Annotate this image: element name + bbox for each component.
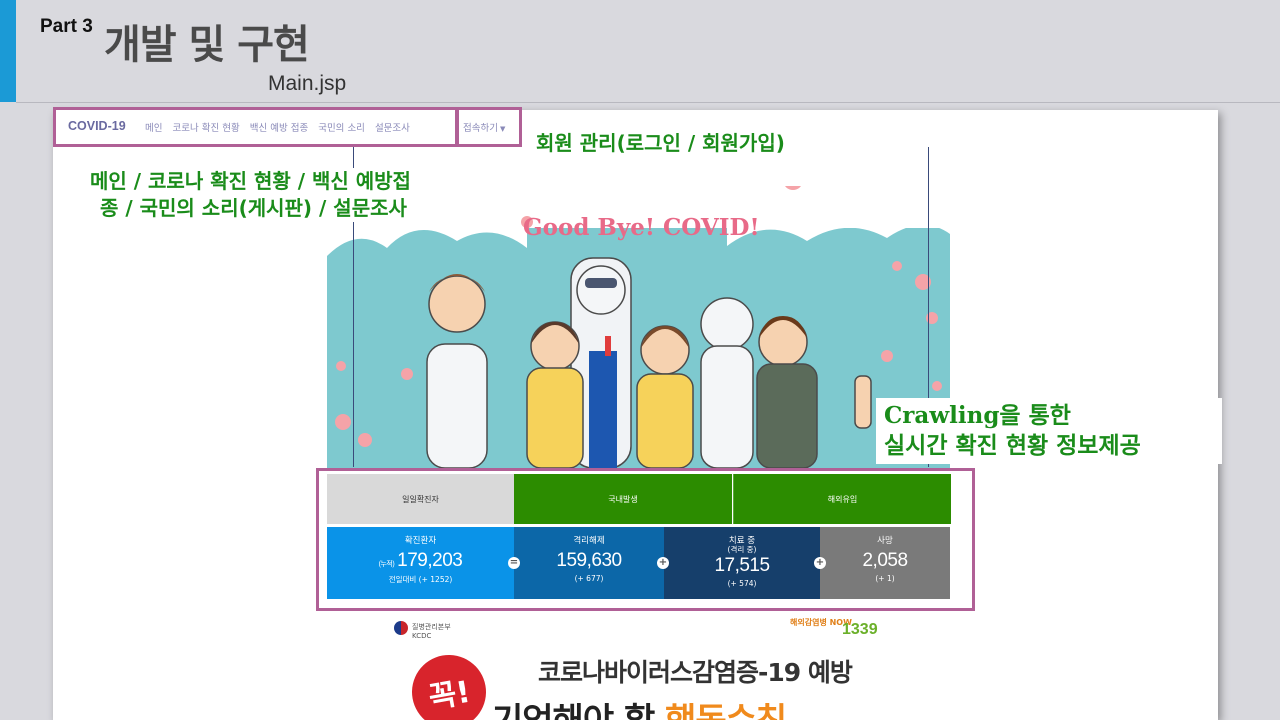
login-highlight (456, 107, 522, 147)
kcdc-org-abbr: KCDC (412, 632, 432, 641)
annotation-crawling: Crawling을 통한 실시간 확진 현황 정보제공 (876, 398, 1222, 465)
annotation-menu-line1: 메인 / 코로나 확진 현황 / 백신 예방접 (90, 169, 411, 193)
stats-highlight (316, 468, 975, 611)
annotation-crawling-line1: Crawling을 통한 (884, 402, 1071, 429)
poster-headline: 코로나바이러스감염증-19 예방 (538, 658, 853, 687)
hero-banner: Good Bye! COVID! (327, 186, 950, 468)
poster-subheadline-b: 행동수칙 (665, 701, 787, 720)
header-divider (16, 102, 1280, 103)
slide-accent-bar (0, 0, 16, 102)
annotation-menu-line2: 종 / 국민의 소리(게시판) / 설문조사 (100, 196, 407, 220)
slide-title: 개발 및 구현 (104, 22, 310, 68)
kcdc-org-name: 질병관리본부 (412, 623, 451, 631)
poster-subheadline-a: 기억해야 할 (492, 701, 665, 720)
annotation-member: 회원 관리(로그인 / 회원가입) (536, 131, 785, 155)
file-label: Main.jsp (268, 72, 347, 95)
annotation-crawling-line2: 실시간 확진 현황 정보제공 (884, 433, 1141, 460)
kcdc-org: 질병관리본부 KCDC (412, 623, 451, 641)
part-label: Part 3 (40, 16, 93, 37)
hotline-number: 1339 (842, 621, 878, 638)
kcdc-logo-icon (394, 621, 408, 635)
banner-title: Good Bye! COVID! (523, 214, 760, 241)
poster-subheadline: 기억해야 할 행동수칙 (492, 693, 787, 720)
nav-menu-highlight (53, 107, 458, 147)
prevention-poster: 질병관리본부 KCDC 해외감염병 NOW 1339 꼭! 코로나바이러스감염증… (378, 608, 898, 720)
must-stamp: 꼭! (406, 649, 492, 720)
annotation-menu: 메인 / 코로나 확진 현황 / 백신 예방접 종 / 국민의 소리(게시판) … (84, 168, 417, 222)
